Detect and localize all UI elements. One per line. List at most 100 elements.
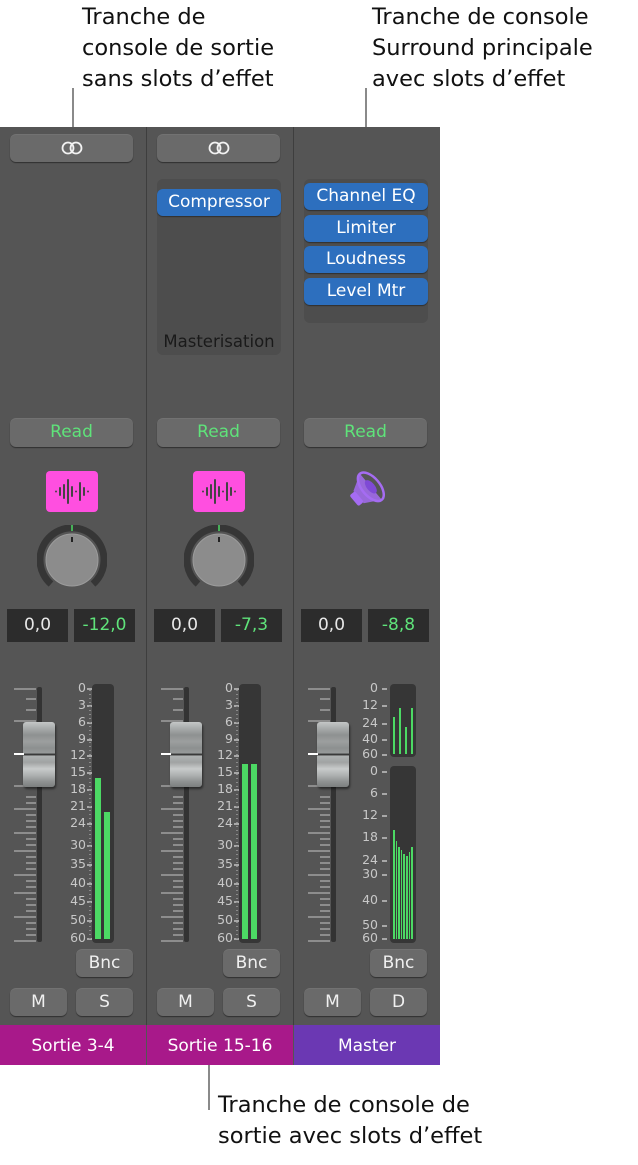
waveform-icon[interactable] <box>46 471 98 512</box>
volume-value[interactable]: 0,0 <box>154 609 215 642</box>
fader-scale-tick <box>320 844 330 846</box>
solo-button[interactable]: S <box>76 988 133 1016</box>
peak-value[interactable]: -7,3 <box>221 609 282 642</box>
meter-scale-dot <box>89 838 91 839</box>
fader-scale-tick <box>320 880 330 882</box>
meter-scale-dot <box>236 742 238 743</box>
peak-value[interactable]: -8,8 <box>368 609 429 642</box>
volume-value[interactable]: 0,0 <box>7 609 68 642</box>
meter-scale-dot <box>236 834 238 835</box>
fader-scale-tick <box>320 904 330 906</box>
meter-scale-dot <box>89 698 91 699</box>
fader-scale-tick <box>173 856 183 858</box>
meter-level-bar <box>398 846 400 939</box>
dim-button[interactable]: D <box>370 988 427 1016</box>
meter-level-bar <box>400 850 403 939</box>
meter-scale-dot <box>236 898 238 899</box>
meter-scale-dot <box>89 894 91 895</box>
meter-scale-dot <box>89 858 91 859</box>
meter-scale-dot <box>89 842 91 843</box>
fader-scale-tick <box>26 844 36 846</box>
fader-scale-tick <box>26 856 36 858</box>
volume-fader[interactable]: 0 3 6 9 12 15 18 21 24 30 35 40 45 50 60 <box>147 664 293 964</box>
fader-scale-tick <box>173 802 183 804</box>
volume-value[interactable]: 0,0 <box>301 609 362 642</box>
meter-scale-dot <box>236 750 238 751</box>
meter-scale-dot <box>89 730 91 731</box>
meter-scale-label: 3 <box>225 697 233 712</box>
meter-scale-dot <box>89 862 91 863</box>
volume-fader[interactable]: 0 3 6 9 12 15 18 21 24 30 35 40 45 50 60 <box>0 664 146 964</box>
mute-button[interactable]: M <box>10 988 67 1016</box>
meter-scale-dot <box>236 902 238 903</box>
stereo-link-icon <box>208 141 229 155</box>
meter-scale-dot <box>236 858 238 859</box>
plugin-slot-compressor[interactable]: Compressor <box>157 189 281 216</box>
meter-scale-dot <box>89 886 91 887</box>
mute-button[interactable]: M <box>157 988 214 1016</box>
meter-scale-label: 21 <box>70 798 86 813</box>
plugin-slot-limiter[interactable]: Limiter <box>304 215 428 242</box>
meter-scale-dot <box>236 866 238 867</box>
bounce-button[interactable]: Bnc <box>370 949 427 977</box>
meter-scale-dot <box>236 894 238 895</box>
pan-knob[interactable] <box>184 525 254 595</box>
fader-scale-tick <box>26 820 36 822</box>
meter-scale-dot <box>89 778 91 779</box>
meter-scale-label: 0 <box>225 680 233 695</box>
peak-value[interactable]: -12,0 <box>74 609 135 642</box>
meter-scale-dot <box>236 922 238 923</box>
channel-name[interactable]: Sortie 3-4 <box>0 1025 146 1065</box>
meter-scale-tick <box>382 925 387 927</box>
fader-handle[interactable] <box>170 722 202 787</box>
meter-scale-dot <box>89 706 91 707</box>
bounce-button[interactable]: Bnc <box>76 949 133 977</box>
fader-scale-tick <box>161 940 183 942</box>
fader-scale-tick <box>173 698 183 700</box>
meter-scale-dot <box>89 934 91 935</box>
fader-scale-tick <box>308 940 330 942</box>
callout-line: console de sortie <box>82 35 275 61</box>
volume-fader[interactable]: 0 12 24 40 60 0 6 12 18 24 30 40 50 60 <box>294 664 440 964</box>
meter-scale-dot <box>89 878 91 879</box>
meter-scale-label: 12 <box>362 697 378 712</box>
meter-scale-dot <box>89 734 91 735</box>
fader-handle[interactable] <box>23 722 55 787</box>
fader-scale-tick <box>26 898 36 900</box>
fader-handle[interactable] <box>317 722 349 787</box>
meter-level-bar <box>411 846 413 939</box>
meter-scale-dot <box>236 754 238 755</box>
waveform-icon[interactable] <box>193 471 245 512</box>
meter-scale-label: 15 <box>70 764 86 779</box>
meter-scale-dot <box>236 826 238 827</box>
automation-mode-button[interactable]: Read <box>157 418 280 447</box>
plugin-slot-loudness[interactable]: Loudness <box>304 246 428 273</box>
channel-name[interactable]: Sortie 15-16 <box>147 1025 293 1065</box>
pan-knob[interactable] <box>37 525 107 595</box>
callout-leader-line <box>365 88 367 128</box>
bounce-button[interactable]: Bnc <box>223 949 280 977</box>
meter-scale-label: 60 <box>70 930 86 945</box>
automation-mode-button[interactable]: Read <box>10 418 133 447</box>
meter-scale-label: 30 <box>362 866 378 881</box>
meter-scale-dot <box>89 870 91 871</box>
plugin-slot-channel-eq[interactable]: Channel EQ <box>304 183 428 210</box>
speaker-icon[interactable] <box>342 465 392 515</box>
callout-line: Tranche de console <box>372 4 589 30</box>
meter-scale-tick <box>382 771 387 773</box>
fader-scale-tick <box>320 820 330 822</box>
audio-effect-slots[interactable]: Compressor Masterisation <box>157 179 281 355</box>
stereo-link-button[interactable] <box>157 134 280 162</box>
mute-button[interactable]: M <box>304 988 361 1016</box>
fader-scale-tick <box>308 892 330 894</box>
audio-effect-slots[interactable]: Channel EQ Limiter Loudness Level Mtr <box>304 179 428 323</box>
meter-scale-dot <box>236 726 238 727</box>
channel-name[interactable]: Master <box>294 1025 440 1065</box>
meter-scale-dot <box>236 758 238 759</box>
solo-button[interactable]: S <box>223 988 280 1016</box>
plugin-slot-level-meter[interactable]: Level Mtr <box>304 278 428 305</box>
fader-scale-tick <box>173 934 183 936</box>
stereo-link-button[interactable] <box>10 134 133 162</box>
meter-scale-dot <box>89 910 91 911</box>
automation-mode-button[interactable]: Read <box>304 418 427 447</box>
